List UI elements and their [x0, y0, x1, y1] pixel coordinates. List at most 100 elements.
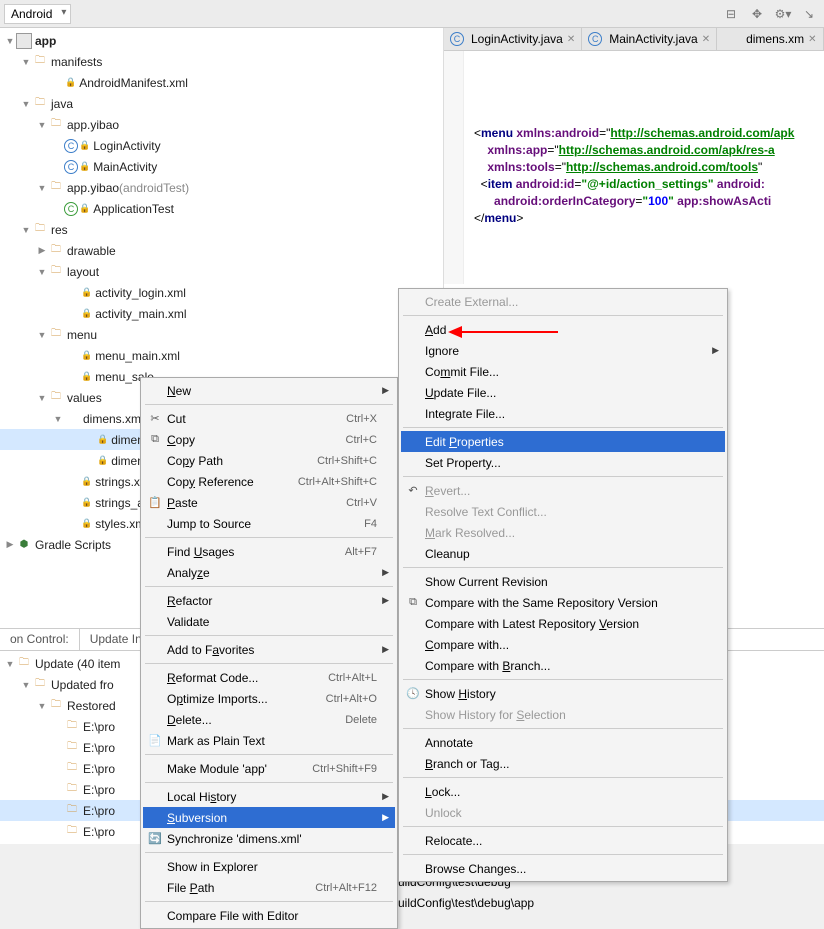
menu-item[interactable]: Compare with Branch...: [401, 655, 725, 676]
menu-item[interactable]: Copy ReferenceCtrl+Alt+Shift+C: [143, 471, 395, 492]
menu-item[interactable]: Show in Explorer: [143, 856, 395, 877]
tree-row[interactable]: 🔒menu_main.xml: [0, 345, 443, 366]
menu-item[interactable]: Edit Properties: [401, 431, 725, 452]
bottom-tab-control[interactable]: on Control:: [0, 629, 80, 650]
node-icon: [64, 516, 80, 532]
expand-arrow-icon[interactable]: ▶: [4, 539, 16, 550]
node-icon: 🗀: [48, 243, 64, 259]
node-label: menu: [67, 328, 97, 342]
expand-arrow-icon[interactable]: ▼: [36, 183, 48, 193]
menu-item[interactable]: Commit File...: [401, 361, 725, 382]
menu-label: Paste: [167, 496, 198, 510]
menu-item[interactable]: Validate: [143, 611, 395, 632]
menu-item[interactable]: Compare File with Editor: [143, 905, 395, 926]
expand-arrow-icon[interactable]: ▶: [36, 245, 48, 256]
tree-row[interactable]: ▼🗀java: [0, 93, 443, 114]
menu-item[interactable]: Add: [401, 319, 725, 340]
menu-item[interactable]: Show Current Revision: [401, 571, 725, 592]
menu-label: Compare with Latest Repository Version: [425, 617, 639, 631]
menu-item[interactable]: Compare with Latest Repository Version: [401, 613, 725, 634]
expand-arrow-icon[interactable]: ▼: [20, 99, 32, 109]
menu-item[interactable]: Local History▶: [143, 786, 395, 807]
expand-arrow-icon[interactable]: ▼: [36, 267, 48, 277]
expand-arrow-icon[interactable]: ▼: [36, 330, 48, 340]
tree-row[interactable]: C🔒LoginActivity: [0, 135, 443, 156]
node-icon: 🗀: [48, 264, 64, 280]
menu-item[interactable]: Add to Favorites▶: [143, 639, 395, 660]
tree-row[interactable]: 🔒AndroidManifest.xml: [0, 72, 443, 93]
menu-item[interactable]: ✂CutCtrl+X: [143, 408, 395, 429]
menu-item[interactable]: Refactor▶: [143, 590, 395, 611]
editor-tab[interactable]: CLoginActivity.java✕: [444, 28, 582, 50]
tree-row[interactable]: ▶🗀drawable: [0, 240, 443, 261]
menu-item[interactable]: 📄Mark as Plain Text: [143, 730, 395, 751]
menu-item[interactable]: Optimize Imports...Ctrl+Alt+O: [143, 688, 395, 709]
menu-item[interactable]: ⧉Compare with the Same Repository Versio…: [401, 592, 725, 613]
expand-arrow-icon[interactable]: ▼: [20, 225, 32, 235]
menu-item[interactable]: Branch or Tag...: [401, 753, 725, 774]
expand-arrow-icon[interactable]: ▼: [4, 659, 16, 669]
menu-item[interactable]: Make Module 'app'Ctrl+Shift+F9: [143, 758, 395, 779]
menu-item[interactable]: ⧉CopyCtrl+C: [143, 429, 395, 450]
menu-item[interactable]: 🕓Show History: [401, 683, 725, 704]
tree-row[interactable]: C🔒MainActivity: [0, 156, 443, 177]
expand-arrow-icon[interactable]: ▼: [4, 36, 16, 46]
expand-arrow-icon[interactable]: ▼: [52, 414, 64, 424]
menu-item[interactable]: Relocate...: [401, 830, 725, 851]
node-icon: ⬢: [16, 537, 32, 553]
close-icon[interactable]: ✕: [567, 34, 575, 45]
tree-row[interactable]: C🔒ApplicationTest: [0, 198, 443, 219]
tree-row[interactable]: 🔒activity_main.xml: [0, 303, 443, 324]
expand-arrow-icon[interactable]: ▼: [36, 701, 48, 711]
menu-item[interactable]: Analyze▶: [143, 562, 395, 583]
menu-item[interactable]: Compare with...: [401, 634, 725, 655]
target-icon[interactable]: ✥: [746, 3, 768, 25]
expand-arrow-icon[interactable]: ▼: [36, 393, 48, 403]
menu-item[interactable]: Update File...: [401, 382, 725, 403]
tree-row[interactable]: ▼🗀app.yibao (androidTest): [0, 177, 443, 198]
menu-item[interactable]: Annotate: [401, 732, 725, 753]
close-icon[interactable]: ✕: [702, 34, 710, 45]
menu-item[interactable]: Cleanup: [401, 543, 725, 564]
tree-row[interactable]: ▼app: [0, 30, 443, 51]
menu-item[interactable]: Ignore▶: [401, 340, 725, 361]
collapse-icon[interactable]: ⊟: [720, 3, 742, 25]
view-mode-dropdown[interactable]: Android: [4, 4, 71, 24]
menu-item[interactable]: Set Property...: [401, 452, 725, 473]
close-icon[interactable]: ✕: [808, 34, 816, 45]
node-label: menu_main.xml: [95, 349, 180, 363]
hide-icon[interactable]: ↘: [798, 3, 820, 25]
menu-item[interactable]: Find UsagesAlt+F7: [143, 541, 395, 562]
menu-item[interactable]: Integrate File...: [401, 403, 725, 424]
gear-icon[interactable]: ⚙▾: [772, 3, 794, 25]
tree-row[interactable]: 🔒activity_login.xml: [0, 282, 443, 303]
code-editor[interactable]: <menu xmlns:android="http://schemas.andr…: [444, 51, 824, 284]
menu-item[interactable]: File PathCtrl+Alt+F12: [143, 877, 395, 898]
editor-tab[interactable]: dimens.xm✕: [717, 28, 823, 50]
lock-icon: 🔒: [81, 371, 92, 382]
expand-arrow-icon[interactable]: ▼: [20, 680, 32, 690]
tree-row[interactable]: ▼🗀app.yibao: [0, 114, 443, 135]
editor-tab[interactable]: CMainActivity.java✕: [582, 28, 717, 50]
tree-row[interactable]: ▼🗀layout: [0, 261, 443, 282]
menu-label: Add: [425, 323, 446, 337]
menu-item[interactable]: Copy PathCtrl+Shift+C: [143, 450, 395, 471]
node-icon: 🗀: [64, 761, 80, 777]
menu-item[interactable]: Reformat Code...Ctrl+Alt+L: [143, 667, 395, 688]
tree-row[interactable]: ▼🗀menu: [0, 324, 443, 345]
menu-item[interactable]: Jump to SourceF4: [143, 513, 395, 534]
lock-icon: 🔒: [81, 476, 92, 487]
expand-arrow-icon[interactable]: ▼: [36, 120, 48, 130]
menu-item[interactable]: New▶: [143, 380, 395, 401]
tree-row[interactable]: ▼🗀manifests: [0, 51, 443, 72]
menu-item[interactable]: Lock...: [401, 781, 725, 802]
menu-item[interactable]: 📋PasteCtrl+V: [143, 492, 395, 513]
menu-item[interactable]: Delete...Delete: [143, 709, 395, 730]
menu-item[interactable]: Browse Changes...: [401, 858, 725, 879]
expand-arrow-icon[interactable]: ▼: [20, 57, 32, 67]
menu-shortcut: Ctrl+V: [316, 497, 377, 509]
menu-item[interactable]: Subversion▶: [143, 807, 395, 828]
tree-row[interactable]: ▼🗀res: [0, 219, 443, 240]
menu-item[interactable]: 🔄Synchronize 'dimens.xml': [143, 828, 395, 849]
submenu-arrow-icon: ▶: [382, 644, 389, 655]
